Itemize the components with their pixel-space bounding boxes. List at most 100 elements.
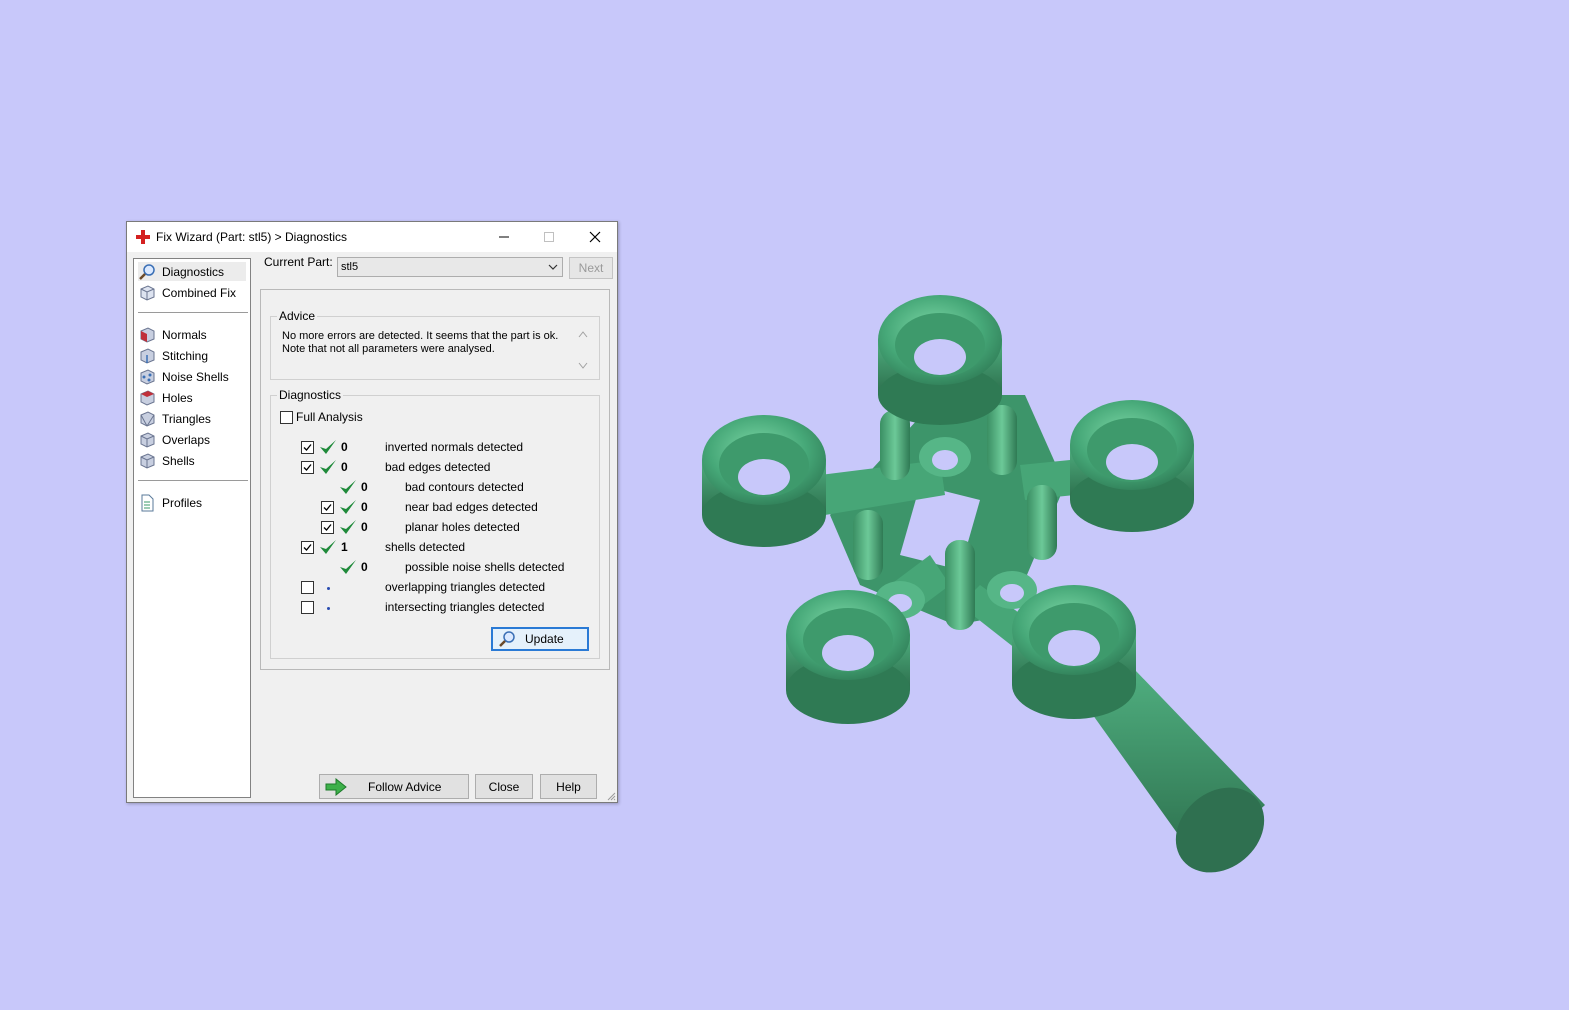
sidebar-item-shells[interactable]: Shells: [138, 451, 246, 470]
sidebar-item-profiles[interactable]: Profiles: [138, 493, 246, 512]
green-check-icon: [320, 540, 336, 554]
advice-title: Advice: [277, 309, 318, 323]
sidebar-item-overlaps[interactable]: Overlaps: [138, 430, 246, 449]
diagnostic-row: 0 possible noise shells detected: [271, 558, 591, 576]
normals-cube-icon: [140, 326, 155, 343]
green-arrow-icon: [325, 777, 347, 796]
row-label: planar holes detected: [405, 520, 520, 534]
update-button[interactable]: Update: [491, 627, 589, 651]
diagnostics-group: Diagnostics Full Analysis 0 inverted nor…: [270, 388, 600, 659]
row-label: bad contours detected: [405, 480, 524, 494]
close-icon: [589, 231, 600, 243]
row-checkbox[interactable]: [301, 601, 314, 614]
advice-group: Advice No more errors are detected. It s…: [270, 309, 600, 380]
sidebar-divider: [138, 480, 248, 481]
row-checkbox[interactable]: [321, 501, 334, 514]
checkmark-icon: [323, 524, 332, 531]
checkmark-icon: [303, 444, 312, 451]
minimize-icon: [498, 236, 509, 238]
row-checkbox[interactable]: [301, 441, 314, 454]
sidebar-item-stitching[interactable]: Stitching: [138, 346, 246, 365]
green-check-icon: [340, 520, 356, 534]
sidebar-item-triangles[interactable]: Triangles: [138, 409, 246, 428]
diagnostic-row: 0 bad contours detected: [271, 478, 591, 496]
part-3d-model[interactable]: [690, 285, 1280, 885]
row-label: possible noise shells detected: [405, 560, 565, 574]
next-button[interactable]: Next: [569, 257, 613, 279]
wizard-sidebar: Diagnostics Combined Fix Normals Stitchi…: [133, 258, 251, 798]
sidebar-item-normals[interactable]: Normals: [138, 325, 246, 344]
advice-line: Note that not all parameters were analys…: [282, 343, 495, 355]
row-label: near bad edges detected: [405, 500, 538, 514]
stitching-cube-icon: [140, 347, 155, 364]
row-checkbox[interactable]: [301, 461, 314, 474]
resize-grip-icon[interactable]: [606, 791, 616, 801]
current-part-value: stl5: [341, 261, 359, 273]
advice-text: No more errors are detected. It seems th…: [282, 330, 567, 356]
diagnostic-row: 0 inverted normals detected: [271, 438, 591, 456]
window-title: Fix Wizard (Part: stl5) > Diagnostics: [156, 230, 348, 244]
green-check-icon: [340, 500, 356, 514]
close-button[interactable]: Close: [475, 774, 533, 799]
full-analysis-label: Full Analysis: [296, 410, 363, 424]
sidebar-item-combined-fix[interactable]: Combined Fix: [138, 283, 246, 302]
row-label: overlapping triangles detected: [385, 580, 546, 594]
current-part-dropdown[interactable]: stl5: [337, 257, 563, 277]
magnifier-icon: [139, 263, 155, 280]
full-analysis-checkbox[interactable]: [280, 411, 293, 424]
minimize-button[interactable]: [481, 222, 526, 252]
sidebar-item-noise-shells[interactable]: Noise Shells: [138, 367, 246, 386]
chevron-down-icon: [548, 264, 558, 270]
row-label: inverted normals detected: [385, 440, 524, 454]
row-checkbox[interactable]: [321, 521, 334, 534]
row-count: 0: [341, 460, 348, 474]
sidebar-item-holes[interactable]: Holes: [138, 388, 246, 407]
holes-cube-icon: [140, 389, 155, 406]
follow-advice-label: Follow Advice: [368, 779, 442, 794]
maximize-button[interactable]: [526, 222, 571, 252]
maximize-icon: [543, 232, 554, 242]
green-check-icon: [340, 560, 356, 574]
row-count: 1: [341, 540, 348, 554]
green-check-icon: [320, 460, 336, 474]
row-label: shells detected: [385, 540, 466, 554]
row-count: 0: [361, 500, 368, 514]
triangles-cube-icon: [140, 410, 155, 427]
fix-wizard-dialog: Fix Wizard (Part: stl5) > Diagnostics Di…: [126, 221, 618, 803]
row-count: 0: [361, 520, 368, 534]
diagnostics-title: Diagnostics: [277, 388, 344, 402]
advice-line: No more errors are detected. It seems th…: [282, 330, 559, 342]
close-window-button[interactable]: [572, 222, 617, 252]
row-count: 0: [361, 480, 368, 494]
diagnostic-row: overlapping triangles detected: [271, 578, 591, 596]
checkmark-icon: [303, 544, 312, 551]
checkmark-icon: [303, 464, 312, 471]
green-check-icon: [340, 480, 356, 494]
sidebar-divider: [138, 312, 248, 313]
overlaps-cube-icon: [140, 431, 155, 448]
profile-document-icon: [141, 494, 154, 511]
diagnostic-row: 0 near bad edges detected: [271, 498, 591, 516]
title-bar[interactable]: Fix Wizard (Part: stl5) > Diagnostics: [127, 222, 617, 252]
row-count: 0: [361, 560, 368, 574]
green-check-icon: [320, 440, 336, 454]
follow-advice-button[interactable]: Follow Advice: [319, 774, 469, 799]
row-checkbox[interactable]: [301, 581, 314, 594]
noise-shells-icon: [140, 368, 155, 385]
sidebar-item-diagnostics[interactable]: Diagnostics: [138, 262, 246, 281]
shells-cube-icon: [140, 452, 155, 469]
full-analysis-row[interactable]: Full Analysis: [280, 409, 400, 427]
red-cross-icon: [136, 230, 150, 244]
help-button[interactable]: Help: [540, 774, 597, 799]
advice-scrollbar[interactable]: [576, 328, 590, 372]
blue-dot-icon: [327, 587, 330, 590]
update-label: Update: [525, 632, 564, 646]
magnifier-icon: [499, 631, 515, 647]
row-count: 0: [341, 440, 348, 454]
blue-dot-icon: [327, 607, 330, 610]
row-label: bad edges detected: [385, 460, 491, 474]
row-checkbox[interactable]: [301, 541, 314, 554]
cube-icon: [140, 284, 155, 301]
checkmark-icon: [323, 504, 332, 511]
diagnostic-row: intersecting triangles detected: [271, 598, 591, 616]
